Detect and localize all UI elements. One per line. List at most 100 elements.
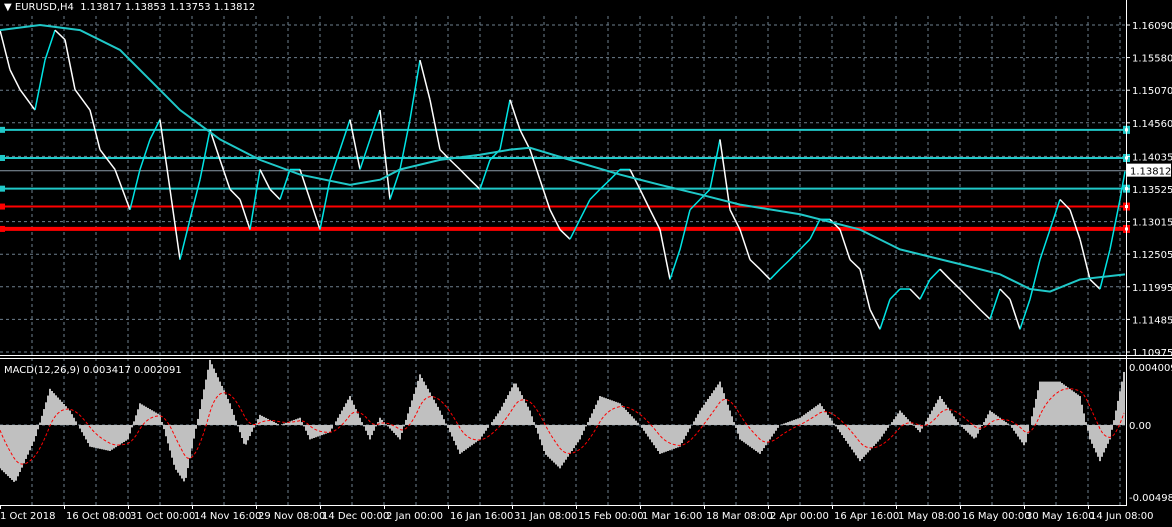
price-segment (949, 278, 961, 290)
price-segment (499, 99, 511, 150)
price-segment (979, 308, 991, 320)
time-tick-label: 1 Oct 2018 (0, 511, 55, 522)
price-tick-label: 1.14035 (1132, 152, 1172, 163)
price-segment (969, 298, 981, 311)
time-tick-label: 18 Mar 08:00 (706, 511, 773, 522)
price-segment (74, 89, 91, 111)
macd-tick-label: 0.00 (1129, 421, 1151, 432)
price-segment (409, 60, 421, 120)
price-segment (369, 109, 381, 140)
price-tick-label: 1.11995 (1132, 283, 1172, 294)
macd-header: MACD(12,26,9) 0.003417 0.002091 (4, 365, 182, 376)
price-segment (269, 188, 281, 201)
time-tick-label: 31 Oct 00:00 (130, 511, 195, 522)
price-segment (919, 279, 931, 300)
time-tick-label: 2 Apr 00:00 (770, 511, 829, 522)
price-segment (689, 199, 701, 211)
price-segment (1089, 278, 1101, 290)
price-segment (99, 149, 116, 170)
price-tick-label: 1.12505 (1132, 250, 1172, 261)
dropdown-triangle-icon[interactable]: ▼ (4, 2, 15, 13)
price-segment (229, 188, 241, 201)
price-segment (19, 89, 36, 111)
price-segment (539, 179, 551, 210)
price-tick-label: 1.11485 (1132, 315, 1172, 326)
price-segment (749, 259, 761, 270)
time-tick-label: 29 Nov 08:00 (258, 511, 325, 522)
price-segment (319, 179, 331, 230)
price-segment (0, 29, 11, 70)
macd-label: MACD(12,26,9) (4, 365, 80, 376)
price-segment (239, 199, 251, 230)
price-segment (139, 139, 151, 170)
price-segment (779, 259, 791, 270)
price-segment (199, 129, 211, 180)
price-segment (579, 199, 591, 220)
price-segment (909, 288, 921, 300)
price-segment (929, 268, 941, 280)
macd-signal-value: 0.002091 (134, 365, 182, 376)
symbol-label: EURUSD,H4 (14, 2, 74, 13)
price-tick-label: 1.16090 (1132, 21, 1172, 32)
price-segment (179, 219, 191, 260)
price-segment (959, 288, 971, 300)
price-tick-label: 1.10975 (1132, 348, 1172, 359)
price-segment (589, 188, 601, 201)
price-segment (889, 288, 901, 300)
price-segment (429, 99, 441, 150)
price-segment (799, 238, 811, 250)
macd-main-value: 0.003417 (83, 365, 131, 376)
price-segment (879, 299, 891, 330)
time-tick-label: 2 Jan 00:00 (386, 511, 443, 522)
level-handle (0, 203, 5, 210)
price-segment (329, 149, 341, 180)
price-segment (849, 259, 861, 270)
time-tick-label: 1 May 08:00 (898, 511, 960, 522)
price-chart[interactable]: 1.16090 1.15580 1.15070 1.14560 1.14035 1.135… (0, 0, 1172, 527)
time-tick-label: 16 May 00:00 (962, 511, 1031, 522)
ohlc-values: 1.13817 1.13853 1.13753 1.13812 (80, 2, 256, 13)
price-segment (44, 29, 56, 61)
level-handle (0, 154, 5, 161)
price-segment (419, 59, 431, 100)
price-segment (709, 139, 721, 190)
price-segment (1009, 299, 1021, 330)
price-segment (399, 119, 411, 170)
price-segment (519, 129, 531, 151)
price-segment (859, 269, 871, 310)
price-segment (729, 209, 741, 230)
price-segment (1029, 259, 1041, 300)
price-segment (249, 169, 261, 230)
price-segment (999, 288, 1011, 300)
time-tick-label: 1 Mar 16:00 (642, 511, 702, 522)
price-segment (1049, 199, 1061, 230)
price-segment (1039, 229, 1051, 260)
price-tick-label: 1.13015 (1132, 218, 1172, 229)
macd-tick-label: 0.004009 (1129, 363, 1172, 374)
price-segment (529, 149, 541, 180)
price-segment (219, 159, 231, 190)
price-segment (379, 109, 391, 200)
time-tick-label: 16 Jan 16:00 (450, 511, 513, 522)
level-handle (0, 126, 5, 133)
time-tick-label: 14 Dec 00:00 (322, 511, 389, 522)
price-segment (1099, 249, 1111, 290)
price-segment (339, 119, 351, 150)
time-tick-label: 14 Jun 08:00 (1090, 511, 1154, 522)
price-tick-label: 1.15070 (1132, 86, 1172, 97)
price-segment (9, 69, 21, 90)
time-tick-label: 15 Feb 00:00 (578, 511, 644, 522)
price-tick-label: 1.15580 (1132, 54, 1172, 65)
level-handle (0, 225, 5, 232)
price-segment (769, 268, 781, 280)
price-tick-label: 1.14560 (1132, 119, 1172, 130)
price-segment (309, 199, 321, 230)
price-segment (839, 229, 851, 260)
price-segment (559, 229, 571, 240)
chart-header: ▼ EURUSD,H4 1.13817 1.13853 1.13753 1.13… (4, 2, 255, 13)
price-segment (549, 209, 561, 230)
price-segment (1019, 299, 1031, 330)
macd-panel (0, 359, 1125, 482)
price-segment (649, 209, 661, 230)
time-tick-label: 16 Oct 08:00 (66, 511, 131, 522)
